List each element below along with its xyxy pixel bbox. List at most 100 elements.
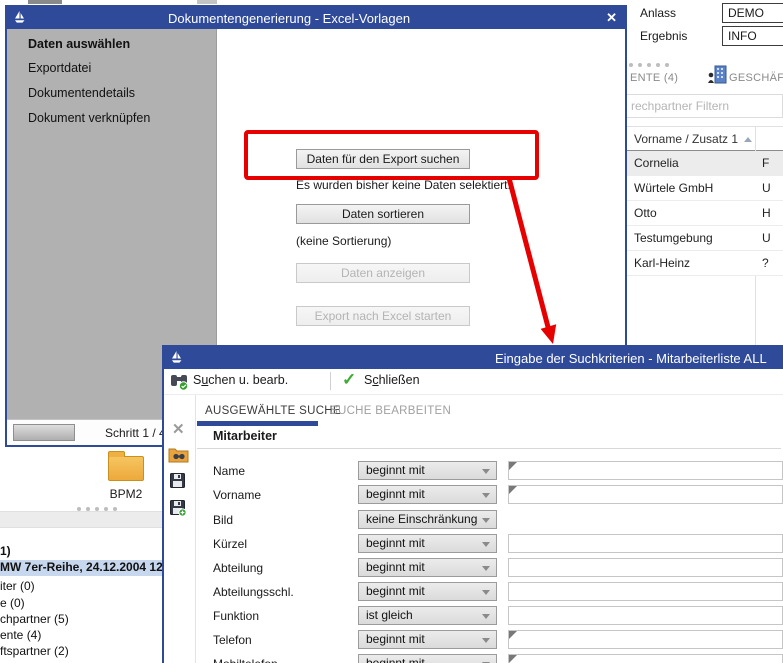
table-row[interactable]: Otto H bbox=[627, 201, 783, 226]
sort-data-button[interactable]: Daten sortieren bbox=[296, 204, 470, 224]
section-divider bbox=[197, 448, 781, 449]
tab-ausgewaehlte-suche[interactable]: AUSGEWÄHLTE SUCHE bbox=[205, 405, 341, 417]
operator-value: beginnt mit bbox=[366, 487, 425, 501]
list-item[interactable]: ftspartner (2) bbox=[0, 644, 162, 660]
tab-dokumente[interactable]: ENTE (4) bbox=[630, 72, 678, 84]
criteria-label: Name bbox=[213, 464, 245, 478]
table-header[interactable]: Vorname / Zusatz 1 bbox=[627, 126, 783, 151]
cell-code: F bbox=[762, 156, 769, 170]
list-item-selected[interactable]: MW 7er-Reihe, 24.12.2004 12: bbox=[0, 560, 162, 576]
step-indicator: Schritt 1 / 4 bbox=[105, 426, 166, 440]
search-and-edit-button[interactable]: Suchen u. bearb. bbox=[193, 373, 288, 387]
chevron-down-icon bbox=[482, 469, 490, 474]
folder-icon-bpm2[interactable] bbox=[108, 456, 144, 481]
list-item[interactable]: ente (4) bbox=[0, 628, 162, 644]
criteria-input[interactable] bbox=[509, 462, 782, 479]
criteria-input-wrap bbox=[508, 654, 783, 663]
label-part: hließen bbox=[379, 373, 420, 387]
operator-select[interactable]: beginnt mit bbox=[358, 558, 497, 577]
criteria-input-wrap bbox=[508, 485, 783, 504]
operator-select[interactable]: beginnt mit bbox=[358, 630, 497, 649]
criteria-input-wrap bbox=[508, 606, 783, 625]
criteria-row-telefon: Telefon beginnt mit bbox=[197, 630, 783, 652]
search-export-data-button[interactable]: Daten für den Export suchen bbox=[296, 149, 470, 169]
criteria-input-wrap bbox=[508, 461, 783, 480]
save-search-icon[interactable] bbox=[170, 473, 185, 491]
tab-geschaeftspartner[interactable]: GESCHÄF bbox=[729, 72, 783, 84]
criteria-input[interactable] bbox=[509, 559, 782, 576]
table-row[interactable]: Testumgebung U bbox=[627, 226, 783, 251]
operator-value: beginnt mit bbox=[366, 584, 425, 598]
table-row[interactable]: Cornelia F bbox=[627, 151, 783, 176]
list-item[interactable]: chpartner (5) bbox=[0, 612, 162, 628]
criteria-input[interactable] bbox=[509, 583, 782, 600]
chevron-down-icon bbox=[482, 590, 490, 595]
criteria-input[interactable] bbox=[509, 655, 782, 663]
criteria-row-funktion: Funktion ist gleich bbox=[197, 606, 783, 628]
building-person-icon bbox=[707, 65, 727, 87]
dots-separator bbox=[629, 56, 674, 70]
operator-value: beginnt mit bbox=[366, 536, 425, 550]
cell-code: H bbox=[762, 206, 771, 220]
cell-name: Karl-Heinz bbox=[634, 256, 690, 270]
sailboat-app-icon bbox=[13, 10, 27, 28]
list-item[interactable]: e (0) bbox=[0, 596, 162, 612]
show-data-button[interactable]: Daten anzeigen bbox=[296, 263, 470, 283]
criteria-label: Bild bbox=[213, 513, 233, 527]
background-window-sliver bbox=[28, 0, 62, 4]
filter-input[interactable] bbox=[627, 94, 783, 118]
operator-select[interactable]: keine Einschränkung bbox=[358, 510, 497, 529]
sort-note: (keine Sortierung) bbox=[296, 234, 391, 248]
cell-name: Cornelia bbox=[634, 156, 679, 170]
operator-select[interactable]: beginnt mit bbox=[358, 461, 497, 480]
criteria-label: Abteilungsschl. bbox=[213, 585, 294, 599]
table-row[interactable]: Würtele GmbH U bbox=[627, 176, 783, 201]
operator-select[interactable]: ist gleich bbox=[358, 606, 497, 625]
cell-code: ? bbox=[762, 256, 769, 270]
operator-select[interactable]: beginnt mit bbox=[358, 654, 497, 663]
clear-criteria-icon[interactable]: ✕ bbox=[172, 420, 185, 438]
column-header-vorname[interactable]: Vorname / Zusatz 1 bbox=[634, 132, 738, 146]
save-search-as-new-icon[interactable] bbox=[170, 500, 187, 520]
corner-marker-icon bbox=[509, 486, 517, 494]
table-row[interactable]: Karl-Heinz ? bbox=[627, 251, 783, 276]
export-excel-button[interactable]: Export nach Excel starten bbox=[296, 306, 470, 326]
ergebnis-label: Ergebnis bbox=[640, 29, 687, 43]
close-icon[interactable]: ✕ bbox=[606, 10, 617, 26]
cell-code: U bbox=[762, 231, 771, 245]
sidebar-item-dokument-verknuepfen[interactable]: Dokument verknüpfen bbox=[28, 111, 150, 125]
criteria-input[interactable] bbox=[509, 607, 782, 624]
operator-select[interactable]: beginnt mit bbox=[358, 485, 497, 504]
criteria-input[interactable] bbox=[509, 486, 782, 503]
tab-suche-bearbeiten[interactable]: SUCHE BEARBEITEN bbox=[330, 405, 451, 417]
open-saved-search-icon[interactable] bbox=[168, 446, 189, 466]
label-part: chen u. bearb. bbox=[208, 373, 288, 387]
criteria-label: Telefon bbox=[213, 633, 252, 647]
panel-separator-band bbox=[0, 511, 162, 528]
operator-select[interactable]: beginnt mit bbox=[358, 582, 497, 601]
search-note: Es wurden bisher keine Daten selektiert. bbox=[296, 178, 511, 192]
close-dialog-button[interactable]: Schließen bbox=[364, 373, 420, 387]
ergebnis-field[interactable]: INFO bbox=[722, 26, 783, 46]
window-title: Dokumentengenerierung - Excel-Vorlagen bbox=[168, 11, 410, 26]
criteria-row-abteilung: Abteilung beginnt mit bbox=[197, 558, 783, 580]
operator-select[interactable]: beginnt mit bbox=[358, 534, 497, 553]
corner-marker-icon bbox=[509, 631, 517, 639]
toolbar: Suchen u. bearb. ✓ Schließen bbox=[164, 369, 783, 395]
chevron-down-icon bbox=[482, 566, 490, 571]
title-bar: Dokumentengenerierung - Excel-Vorlagen ✕ bbox=[7, 7, 625, 29]
folder-label[interactable]: BPM2 bbox=[96, 487, 156, 501]
window-title: Eingabe der Suchkriterien - Mitarbeiterl… bbox=[495, 351, 767, 366]
sidebar-item-exportdatei[interactable]: Exportdatei bbox=[28, 61, 91, 75]
sidebar-item-dokumentendetails[interactable]: Dokumentendetails bbox=[28, 86, 135, 100]
list-item[interactable]: iter (0) bbox=[0, 579, 162, 595]
criteria-input[interactable] bbox=[509, 631, 782, 648]
sidebar-item-daten-auswaehlen[interactable]: Daten auswählen bbox=[28, 37, 130, 51]
anlass-field[interactable]: DEMO bbox=[722, 3, 783, 23]
criteria-input-wrap bbox=[508, 582, 783, 601]
criteria-input[interactable] bbox=[509, 535, 782, 552]
list-item[interactable]: 1) bbox=[0, 544, 162, 560]
criteria-input-wrap bbox=[508, 534, 783, 553]
cell-name: Testumgebung bbox=[634, 231, 713, 245]
screen: Anlass DEMO Ergebnis INFO ENTE (4) GESCH… bbox=[0, 0, 783, 663]
